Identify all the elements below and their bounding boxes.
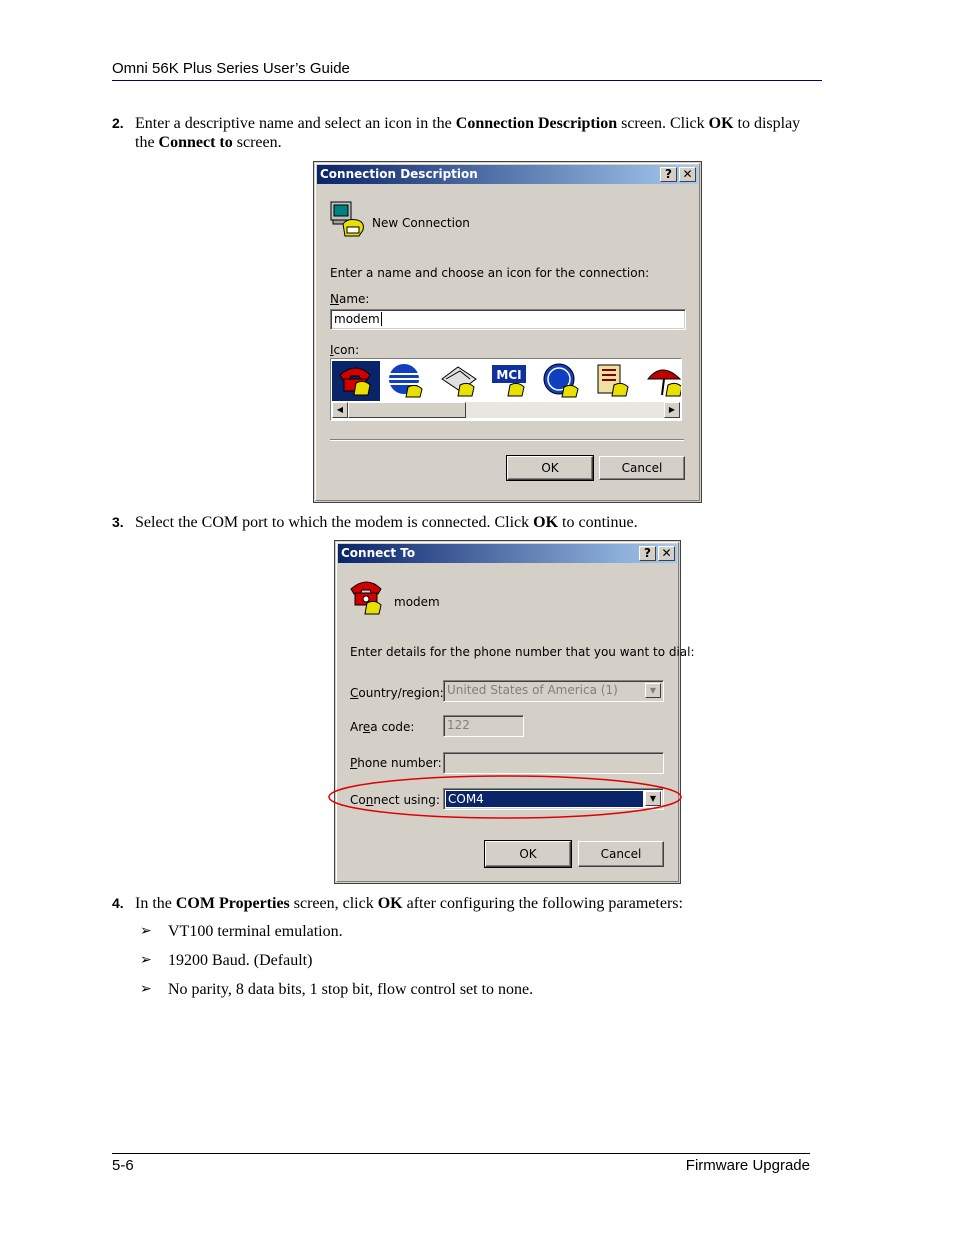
dialog-titlebar[interactable]: Connection Description ? ✕ [317, 165, 698, 184]
name-prompt: Enter a name and choose an icon for the … [330, 266, 650, 280]
mci-phone-icon[interactable]: MCI [488, 361, 536, 401]
country-select[interactable]: United States of America (1) ▼ [443, 680, 664, 702]
dialog-title: Connect To [341, 546, 416, 560]
dialog-title: Connection Description [320, 167, 478, 181]
page-header: Omni 56K Plus Series User’s Guide [112, 60, 822, 81]
scroll-left-icon[interactable]: ◀ [332, 402, 348, 418]
globe-phone-icon[interactable] [384, 361, 432, 401]
callout-ellipse [328, 775, 682, 819]
fax-phone-icon[interactable] [436, 361, 484, 401]
step-number: 3. [112, 514, 124, 530]
icon-list[interactable]: MCI ◀ ▶ [330, 358, 682, 421]
page-number: 5-6 [112, 1157, 134, 1174]
icon-scrollbar[interactable]: ◀ ▶ [332, 402, 680, 418]
scroll-right-icon[interactable]: ▶ [664, 402, 680, 418]
step-number: 2. [112, 115, 124, 131]
dialog-titlebar[interactable]: Connect To ? ✕ [338, 544, 677, 563]
help-button[interactable]: ? [639, 546, 656, 561]
red-phone-icon[interactable] [332, 361, 380, 401]
connection-description-dialog: Connection Description ? ✕ New Connectio… [313, 161, 702, 503]
connection-heading: modem [394, 595, 440, 609]
name-input[interactable]: modem [330, 309, 686, 330]
arrow-bullet-icon: ➢ [140, 924, 152, 939]
country-label: Country/region: [350, 686, 444, 700]
help-button[interactable]: ? [660, 167, 677, 182]
connect-to-dialog: Connect To ? ✕ modem Enter details for t… [334, 540, 695, 884]
name-label: Name: [330, 292, 370, 306]
ok-button[interactable]: OK [484, 840, 572, 868]
step-text: In the COM Properties screen, click OK a… [135, 895, 683, 912]
area-code-input[interactable]: 122 [443, 715, 524, 737]
scrollbar-thumb[interactable] [348, 402, 466, 418]
red-phone-icon [349, 577, 389, 617]
document-title: Omni 56K Plus Series User’s Guide [112, 60, 350, 77]
chevron-down-icon[interactable]: ▼ [645, 683, 661, 698]
step-text: Select the COM port to which the modem i… [135, 514, 638, 531]
connection-heading: New Connection [372, 216, 470, 230]
phone-number-label: Phone number: [350, 756, 442, 770]
step-number: 4. [112, 895, 124, 911]
ge-phone-icon[interactable] [540, 361, 588, 401]
page-footer: 5-6 Firmware Upgrade [112, 1153, 810, 1174]
close-button[interactable]: ✕ [679, 167, 696, 182]
svg-text:MCI: MCI [496, 368, 521, 382]
details-prompt: Enter details for the phone number that … [350, 645, 695, 659]
arrow-bullet-icon: ➢ [140, 953, 152, 968]
area-code-label: Area code: [350, 720, 415, 734]
separator [330, 439, 684, 441]
close-button[interactable]: ✕ [658, 546, 675, 561]
umbrella-phone-icon[interactable] [644, 361, 681, 401]
step-text: Enter a descriptive name and select an i… [135, 115, 801, 151]
icon-label: Icon: [330, 343, 360, 357]
arrow-bullet-icon: ➢ [140, 982, 152, 997]
cancel-button[interactable]: Cancel [578, 841, 664, 867]
section-title: Firmware Upgrade [685, 1157, 810, 1174]
ok-button[interactable]: OK [506, 455, 594, 481]
connection-icon [329, 200, 369, 238]
cancel-button[interactable]: Cancel [599, 456, 685, 480]
document-phone-icon[interactable] [592, 361, 640, 401]
